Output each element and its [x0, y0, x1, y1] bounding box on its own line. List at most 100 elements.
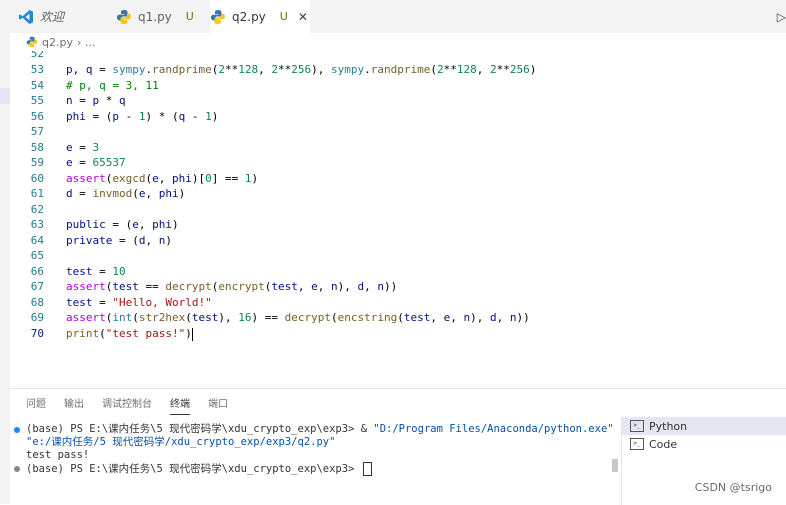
- vscode-logo-icon: [19, 9, 33, 24]
- code-line: 62: [10, 202, 786, 217]
- line-number: 53: [30, 63, 44, 76]
- code-text: d = invmod(e, phi): [66, 187, 186, 200]
- code-line: 58 e = 3: [10, 140, 786, 155]
- text-cursor: [191, 327, 193, 341]
- bottom-panel: 问题 输出 调试控制台 终端 端口 (base) PS E:\课内任务\5 现代…: [10, 388, 786, 505]
- line-number: 57: [30, 125, 44, 138]
- code-line: 63 public = (e, phi): [10, 217, 786, 232]
- breadcrumb-file[interactable]: q2.py: [42, 36, 73, 49]
- code-line: 68 test = "Hello, World!": [10, 295, 786, 310]
- python-icon: [117, 9, 131, 24]
- tab-output[interactable]: 输出: [64, 395, 84, 415]
- line-number: 70: [30, 327, 44, 340]
- code-line: 69 assert(int(str2hex(test), 16) == decry…: [10, 310, 786, 325]
- activity-indicator: [0, 88, 10, 104]
- code-text: assert(int(str2hex(test), 16) == decrypt…: [66, 311, 530, 324]
- code-text: test = 10: [66, 265, 126, 278]
- code-line: 57: [10, 124, 786, 139]
- terminal-icon: >_: [630, 420, 644, 432]
- code-line: 64 private = (d, n): [10, 233, 786, 248]
- line-number: 58: [30, 141, 44, 154]
- run-icon[interactable]: ▷: [777, 10, 786, 24]
- command-status-dot-icon: [14, 427, 20, 433]
- terminal-prompt: (base) PS E:\课内任务\5 现代密码学\xdu_crypto_exp…: [26, 463, 361, 475]
- breadcrumb-separator[interactable]: › ...: [77, 36, 95, 49]
- line-number: 59: [30, 156, 44, 169]
- code-line: 56 phi = (p - 1) * (q - 1): [10, 109, 786, 124]
- line-number: 60: [30, 172, 44, 185]
- close-tab-icon[interactable]: ✕: [298, 10, 308, 24]
- line-number: 62: [30, 203, 44, 216]
- terminal-item-label: Python: [649, 419, 688, 433]
- terminal-line: "e:/课内任务/5 现代密码学/xdu_crypto_exp/exp3/q2.…: [26, 436, 336, 448]
- code-text: p, q = sympy.randprime(2**128, 2**256), …: [66, 63, 537, 76]
- code-line: 60 assert(exgcd(e, phi)[0] == 1): [10, 171, 786, 186]
- tab-q2[interactable]: q2.py U ✕: [210, 0, 310, 33]
- code-text: assert(test == decrypt(encrypt(test, e, …: [66, 280, 398, 293]
- panel-tabs: 问题 输出 调试控制台 终端 端口: [26, 395, 228, 415]
- terminal-scrollbar[interactable]: [612, 459, 618, 472]
- untracked-badge: U: [279, 10, 288, 23]
- code-text: e = 65537: [66, 156, 126, 169]
- tab-welcome[interactable]: 欢迎: [18, 0, 114, 33]
- line-number: 68: [30, 296, 44, 309]
- code-line: 65: [10, 248, 786, 263]
- terminal-icon: >_: [630, 438, 644, 450]
- tab-label: 欢迎: [40, 10, 65, 24]
- activity-bar: [0, 0, 10, 504]
- terminal[interactable]: (base) PS E:\课内任务\5 现代密码学\xdu_crypto_exp…: [10, 423, 614, 505]
- python-icon: [211, 9, 225, 24]
- tab-problems[interactable]: 问题: [26, 395, 46, 415]
- line-number: 61: [30, 187, 44, 200]
- line-number: 66: [30, 265, 44, 278]
- line-number: 69: [30, 311, 44, 324]
- code-line: 67 assert(test == decrypt(encrypt(test, e…: [10, 279, 786, 294]
- tab-q1[interactable]: q1.py U: [116, 0, 208, 33]
- line-number: 63: [30, 218, 44, 231]
- code-line: 61 d = invmod(e, phi): [10, 186, 786, 201]
- tab-label: q2.py: [232, 9, 266, 24]
- code-text: print("test pass!"): [66, 327, 193, 341]
- code-line: 52: [10, 51, 786, 61]
- untracked-badge: U: [185, 10, 194, 23]
- code-line: 59 e = 65537: [10, 155, 786, 170]
- terminal-item-python[interactable]: >_ Python: [622, 417, 786, 435]
- terminal-item-code[interactable]: >_ Code: [622, 435, 786, 453]
- terminal-line: (base) PS E:\课内任务\5 现代密码学\xdu_crypto_exp…: [26, 462, 372, 476]
- terminal-command: "D:/Program Files/Anaconda/python.exe": [373, 423, 614, 435]
- code-line: 54 # p, q = 3, 11: [10, 78, 786, 93]
- code-text: private = (d, n): [66, 234, 172, 247]
- python-icon: [26, 36, 38, 48]
- line-number: 64: [30, 234, 44, 247]
- tab-debug-console[interactable]: 调试控制台: [102, 395, 152, 415]
- tab-label: q1.py: [138, 9, 172, 24]
- code-line-current: 70 print("test pass!"): [10, 326, 786, 341]
- code-text: phi = (p - 1) * (q - 1): [66, 110, 219, 123]
- terminal-line: (base) PS E:\课内任务\5 现代密码学\xdu_crypto_exp…: [26, 423, 614, 436]
- command-status-dot-icon: [14, 466, 20, 472]
- code-comment: # p, q = 3, 11: [66, 79, 159, 92]
- line-number: 52: [30, 51, 44, 60]
- code-editor[interactable]: 52 53 p, q = sympy.randprime(2**128, 2**2…: [10, 51, 786, 386]
- tab-terminal[interactable]: 终端: [170, 395, 190, 415]
- code-line: 66 test = 10: [10, 264, 786, 279]
- line-number: 55: [30, 94, 44, 107]
- terminal-cursor: [362, 462, 372, 476]
- code-text: assert(exgcd(e, phi)[0] == 1): [66, 172, 259, 185]
- code-line: 55 n = p * q: [10, 93, 786, 108]
- terminal-prompt: (base) PS E:\课内任务\5 现代密码学\xdu_crypto_exp…: [26, 423, 374, 435]
- editor-tab-bar: 欢迎 q1.py U q2.py U ✕ ▷: [10, 0, 786, 33]
- line-number: 67: [30, 280, 44, 293]
- code-text: public = (e, phi): [66, 218, 179, 231]
- terminal-item-label: Code: [649, 437, 678, 451]
- line-number: 54: [30, 79, 44, 92]
- breadcrumb: q2.py › ...: [10, 33, 786, 51]
- line-number: 56: [30, 110, 44, 123]
- code-text: e = 3: [66, 141, 100, 154]
- terminal-output: test pass!: [26, 449, 90, 461]
- line-number: 65: [30, 249, 44, 262]
- watermark: CSDN @tsrigo: [694, 481, 772, 494]
- code-text: n = p * q: [66, 94, 126, 107]
- code-text: test = "Hello, World!": [66, 296, 212, 309]
- tab-ports[interactable]: 端口: [208, 395, 228, 415]
